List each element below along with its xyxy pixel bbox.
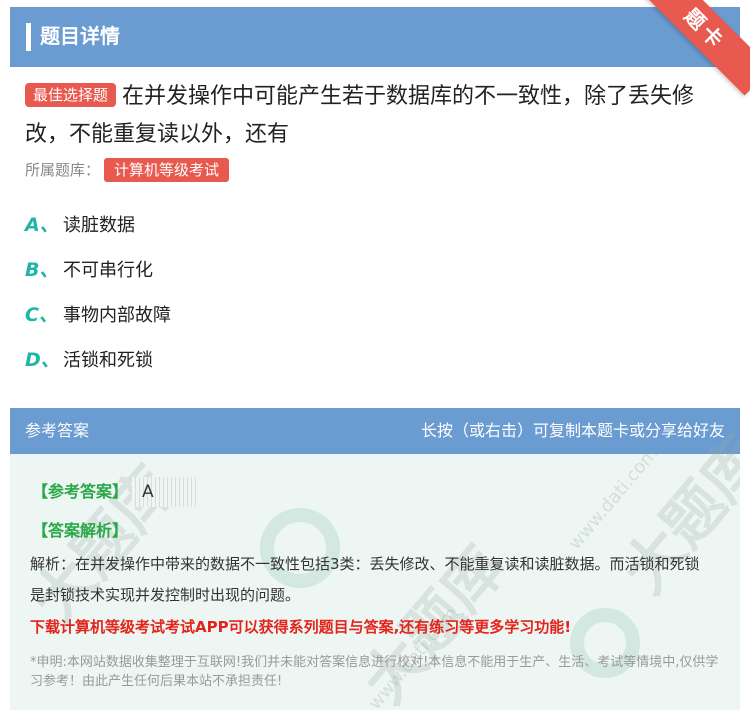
answer-panel-title: 参考答案 — [25, 421, 90, 440]
question-source: 所属题库： 计算机等级考试 — [25, 158, 230, 182]
answer-panel: 参考答案 长按（或右击）可复制本题卡或分享给好友 大题库 大题库 大题库 www… — [10, 408, 740, 710]
option-b[interactable]: B、 不可串行化 — [25, 255, 171, 300]
option-letter: A、 — [25, 214, 59, 236]
reference-answer-label: 【参考答案】 — [32, 482, 129, 501]
answer-panel-header: 参考答案 长按（或右击）可复制本题卡或分享给好友 — [10, 408, 740, 454]
option-letter: B、 — [25, 259, 59, 281]
option-text: 活锁和死锁 — [63, 350, 153, 371]
option-text: 事物内部故障 — [63, 305, 171, 326]
option-text: 不可串行化 — [63, 260, 153, 281]
app-download-promo[interactable]: 下载计算机等级考试考试APP可以获得系列题目与答案,还有练习等更多学习功能! — [30, 615, 571, 639]
option-letter: D、 — [25, 349, 60, 371]
header-accent-bar — [26, 23, 31, 51]
question-text: 在并发操作中可能产生若于数据库的不一致性，除了丢失修改，不能重复读以外，还有 — [25, 84, 695, 147]
question-type-badge: 最佳选择题 — [25, 83, 117, 107]
options-list: A、 读脏数据 B、 不可串行化 C、 事物内部故障 D、 活锁和死锁 — [25, 210, 171, 390]
option-c[interactable]: C、 事物内部故障 — [25, 300, 171, 345]
analysis-label: 【答案解析】 — [32, 521, 129, 540]
share-hint: 长按（或右击）可复制本题卡或分享给好友 — [420, 421, 725, 440]
option-a[interactable]: A、 读脏数据 — [25, 210, 171, 255]
reference-answer-value: A — [132, 477, 196, 507]
analysis-text: 解析：在并发操作中带来的数据不一致性包括3类：丢失修改、不能重复读和读脏数据。而… — [30, 555, 700, 604]
source-tag[interactable]: 计算机等级考试 — [104, 158, 230, 182]
option-d[interactable]: D、 活锁和死锁 — [25, 345, 171, 390]
page-title: 题目详情 — [40, 24, 120, 48]
source-label: 所属题库： — [25, 161, 101, 179]
page-header: 题目详情 — [10, 7, 740, 67]
question-stem: 最佳选择题 在并发操作中可能产生若于数据库的不一致性，除了丢失修改，不能重复读以外… — [25, 78, 725, 154]
option-text: 读脏数据 — [63, 215, 135, 236]
option-letter: C、 — [25, 304, 58, 326]
disclaimer: *申明:本网站数据收集整理于互联网!我们并未能对答案信息进行校对!本信息不能用于… — [30, 655, 719, 689]
